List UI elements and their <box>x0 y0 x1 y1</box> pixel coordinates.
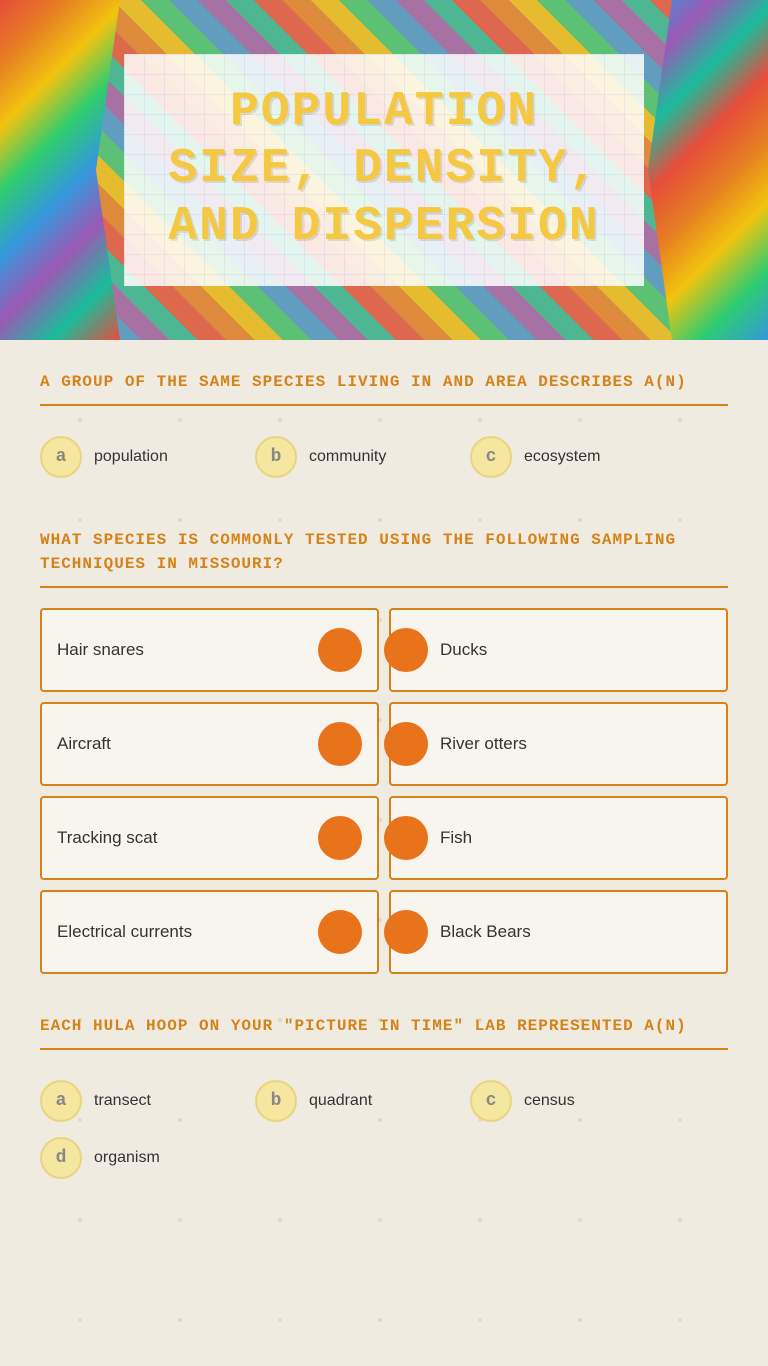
page-title: Population Size, Density, and Dispersion <box>144 84 624 257</box>
question-2-text: What species is commonly tested using th… <box>40 528 728 576</box>
answer-option-3a[interactable]: a transect <box>40 1080 240 1122</box>
question-1-divider <box>40 404 728 406</box>
answer-label-ecosystem: ecosystem <box>524 448 600 466</box>
orange-circle-ducks <box>384 628 428 672</box>
orange-circle-river-otters <box>384 722 428 766</box>
badge-3b: b <box>255 1080 297 1122</box>
badge-3c: c <box>470 1080 512 1122</box>
header-banner: Population Size, Density, and Dispersion <box>0 0 768 340</box>
badge-3d: d <box>40 1137 82 1179</box>
sampling-item-electrical-currents[interactable]: Electrical currents <box>40 890 379 974</box>
orange-circle-black-bears <box>384 910 428 954</box>
question-1-section: A group of the same species living in an… <box>40 370 728 488</box>
sampling-item-aircraft[interactable]: Aircraft <box>40 702 379 786</box>
answer-label-population: population <box>94 448 168 466</box>
orange-circle-electrical-currents <box>318 910 362 954</box>
sampling-label-aircraft: Aircraft <box>57 734 111 754</box>
badge-a: a <box>40 436 82 478</box>
question-2-divider <box>40 586 728 588</box>
sampling-label-hair-snares: Hair snares <box>57 640 144 660</box>
question-1-text: A group of the same species living in an… <box>40 370 728 394</box>
answer-option-3c[interactable]: c census <box>470 1080 670 1122</box>
sampling-label-tracking-scat: Tracking scat <box>57 828 157 848</box>
answer-label-quadrant: quadrant <box>309 1092 372 1110</box>
main-content: A group of the same species living in an… <box>0 340 768 1366</box>
sampling-grid: Hair snares Ducks Aircraft River otters … <box>40 608 728 974</box>
question-1-options: a population b community c ecosystem <box>40 426 728 488</box>
answer-option-b[interactable]: b community <box>255 436 455 478</box>
sampling-label-fish: Fish <box>440 828 472 848</box>
badge-c: c <box>470 436 512 478</box>
answer-label-transect: transect <box>94 1092 151 1110</box>
orange-circle-tracking-scat <box>318 816 362 860</box>
orange-circle-aircraft <box>318 722 362 766</box>
answer-option-3d[interactable]: d organism <box>40 1137 240 1179</box>
header-content: Population Size, Density, and Dispersion <box>124 54 644 287</box>
question-3-section: Each hula hoop on your "Picture in Time"… <box>40 1014 728 1189</box>
chevron-right-decoration <box>648 0 768 340</box>
question-3-text: Each hula hoop on your "Picture in Time"… <box>40 1014 728 1038</box>
answer-option-a[interactable]: a population <box>40 436 240 478</box>
answer-label-organism: organism <box>94 1149 160 1167</box>
sampling-label-river-otters: River otters <box>440 734 527 754</box>
sampling-item-ducks[interactable]: Ducks <box>389 608 728 692</box>
sampling-label-ducks: Ducks <box>440 640 487 660</box>
answer-label-community: community <box>309 448 386 466</box>
question-3-options: a transect b quadrant c census d organis… <box>40 1070 728 1189</box>
sampling-item-fish[interactable]: Fish <box>389 796 728 880</box>
sampling-label-electrical-currents: Electrical currents <box>57 922 192 942</box>
badge-3a: a <box>40 1080 82 1122</box>
answer-option-3b[interactable]: b quadrant <box>255 1080 455 1122</box>
sampling-item-hair-snares[interactable]: Hair snares <box>40 608 379 692</box>
sampling-item-tracking-scat[interactable]: Tracking scat <box>40 796 379 880</box>
question-2-section: What species is commonly tested using th… <box>40 528 728 974</box>
orange-circle-hair-snares <box>318 628 362 672</box>
sampling-label-black-bears: Black Bears <box>440 922 531 942</box>
sampling-item-black-bears[interactable]: Black Bears <box>389 890 728 974</box>
answer-option-c[interactable]: c ecosystem <box>470 436 670 478</box>
answer-label-census: census <box>524 1092 575 1110</box>
question-3-divider <box>40 1048 728 1050</box>
badge-b: b <box>255 436 297 478</box>
sampling-item-river-otters[interactable]: River otters <box>389 702 728 786</box>
orange-circle-fish <box>384 816 428 860</box>
